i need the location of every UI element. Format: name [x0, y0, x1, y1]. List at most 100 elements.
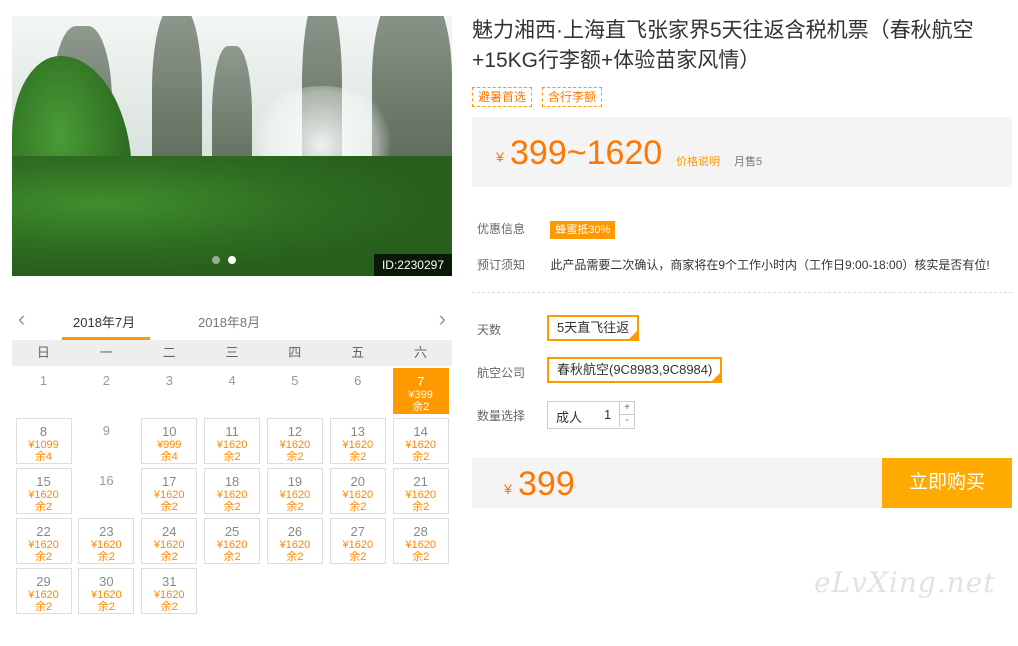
day-number: 9 [102, 423, 110, 438]
calendar-day[interactable]: 23 ¥1620 余2 [78, 518, 135, 564]
calendar-day-selected[interactable]: 7 ¥399 余2 [392, 368, 449, 414]
days-option-value: 5天直飞往返 [557, 320, 630, 335]
calendar-day[interactable]: 8 ¥1099 余4 [15, 418, 72, 464]
price-box: ¥ 399~1620 价格说明 月售5 [472, 117, 1012, 187]
calendar-day[interactable]: 29 ¥1620 余2 [15, 568, 72, 614]
calendar-day[interactable]: 25 ¥1620 余2 [204, 518, 261, 564]
slide-dots [212, 256, 236, 264]
days-label: 天数 [477, 323, 502, 337]
day-number: 2 [102, 373, 110, 388]
day-number: 18 [224, 474, 240, 489]
calendar-header: ‹ 2018年7月 2018年8月 › [12, 300, 452, 340]
plus-icon[interactable]: + [619, 402, 634, 415]
chevron-right-icon[interactable]: › [439, 306, 446, 332]
calendar-day[interactable]: 19 ¥1620 余2 [266, 468, 323, 514]
calendar-day[interactable]: 10 ¥999 余4 [141, 418, 198, 464]
calendar-day[interactable]: 31 ¥1620 余2 [141, 568, 198, 614]
slide-dot[interactable] [212, 256, 220, 264]
calendar-day: 2 [78, 368, 134, 414]
calendar-day[interactable]: 28 ¥1620 余2 [392, 518, 449, 564]
calendar-day[interactable]: 18 ¥1620 余2 [204, 468, 261, 514]
notice-row: 预订须知 此产品需要二次确认，商家将在9个工作小时内（工作日9:00-18:00… [477, 256, 990, 273]
product-tags: 避暑首选 含行李额 [472, 87, 603, 107]
day-number: 15 [36, 474, 51, 489]
day-number: 31 [161, 574, 177, 589]
day-stock: 余2 [349, 451, 367, 463]
discount-label: 优惠信息 [477, 222, 526, 236]
calendar-day: 5 [267, 368, 323, 414]
day-number: 21 [413, 474, 428, 489]
calendar-days: 1 2 3 4 5 6 7 ¥399 余2 8 ¥1099 余4 9 10 ¥999 余4 11 ¥1620 余2 1… [12, 366, 452, 646]
weekday-label: 三 [225, 345, 239, 360]
weekday-label: 四 [288, 345, 302, 360]
chevron-left-icon[interactable]: ‹ [18, 306, 25, 332]
buy-now-button[interactable]: 立即购买 [882, 458, 1012, 508]
day-number: 24 [161, 524, 177, 539]
buy-bar: ¥ 399 立即购买 [472, 458, 1012, 508]
calendar-day[interactable]: 13 ¥1620 余2 [329, 418, 386, 464]
day-price: ¥1620 [405, 489, 436, 501]
tab-month-august[interactable]: 2018年8月 [198, 312, 260, 331]
notice-text: 此产品需要二次确认，商家将在9个工作小时内（工作日9:00-18:00）核实是否… [550, 258, 990, 272]
product-photo[interactable]: ID:2230297 [12, 16, 452, 276]
day-stock: 余2 [286, 451, 304, 463]
day-stock: 余2 [34, 601, 53, 613]
days-option[interactable]: 5天直飞往返 [547, 315, 640, 341]
calendar-day[interactable]: 26 ¥1620 余2 [266, 518, 323, 564]
calendar-day[interactable]: 17 ¥1620 余2 [141, 468, 198, 514]
price-note-link[interactable]: 价格说明 [676, 153, 720, 169]
qty-value[interactable]: 1 [604, 407, 611, 422]
day-stock: 余2 [97, 601, 115, 613]
minus-icon[interactable]: - [619, 415, 634, 427]
calendar-day[interactable]: 30 ¥1620 余2 [78, 568, 135, 614]
photo-id-badge: ID:2230297 [373, 254, 452, 276]
day-number: 22 [36, 524, 51, 539]
day-stock: 余2 [34, 501, 53, 513]
day-stock: 余2 [412, 551, 430, 563]
calendar-day[interactable]: 20 ¥1620 余2 [329, 468, 386, 514]
airline-option-value: 春秋航空(9C8983,9C8984) [557, 362, 713, 377]
tab-month-july[interactable]: 2018年7月 [73, 312, 135, 331]
calendar-day[interactable]: 11 ¥1620 余2 [204, 418, 261, 464]
calendar-day[interactable]: 21 ¥1620 余2 [392, 468, 449, 514]
notice-label: 预订须知 [477, 258, 526, 272]
calendar-grid: 日 一 二 三 四 五 六 1 2 3 4 5 6 7 ¥399 余2 8 ¥1099 余4 9 10 ¥9… [12, 340, 452, 646]
calendar-day[interactable]: 24 ¥1620 余2 [141, 518, 198, 564]
day-number: 12 [287, 424, 303, 439]
airline-option[interactable]: 春秋航空(9C8983,9C8984) [547, 357, 723, 383]
day-stock: 余2 [223, 451, 241, 463]
day-stock: 余2 [412, 401, 430, 413]
day-price: ¥1099 [28, 439, 59, 451]
total-price: 399 [518, 465, 575, 503]
weekday-label: 日 [36, 345, 50, 360]
day-stock: 余2 [160, 501, 178, 513]
calendar-day[interactable]: 14 ¥1620 余2 [392, 418, 449, 464]
day-number: 27 [350, 524, 366, 539]
day-number: 1 [39, 373, 48, 388]
day-stock: 余4 [160, 451, 178, 463]
day-number: 20 [350, 474, 366, 489]
day-price: ¥1620 [342, 439, 374, 451]
day-price: ¥1620 [91, 589, 122, 601]
day-stock: 余2 [160, 601, 178, 613]
day-stock: 余2 [223, 551, 241, 563]
calendar-day: 9 [78, 418, 134, 464]
slide-dot-active[interactable] [228, 256, 236, 264]
day-stock: 余4 [34, 451, 53, 463]
day-price: ¥1620 [405, 539, 436, 551]
calendar-day[interactable]: 22 ¥1620 余2 [15, 518, 72, 564]
qty-type: 成人 [556, 410, 583, 425]
calendar-day[interactable]: 15 ¥1620 余2 [15, 468, 72, 514]
day-stock: 余2 [412, 501, 430, 513]
tag-badge: 含行李额 [542, 87, 603, 107]
day-number: 26 [287, 524, 303, 539]
calendar-day[interactable]: 27 ¥1620 余2 [329, 518, 386, 564]
quantity-stepper[interactable]: 成人 1 + - [547, 401, 635, 429]
day-price: ¥1620 [405, 439, 436, 451]
day-price: ¥1620 [279, 489, 311, 501]
day-number: 17 [161, 474, 177, 489]
calendar-day[interactable]: 12 ¥1620 余2 [266, 418, 323, 464]
weekday-label: 一 [99, 345, 113, 360]
day-number: 28 [413, 524, 428, 539]
day-number: 23 [99, 524, 114, 539]
